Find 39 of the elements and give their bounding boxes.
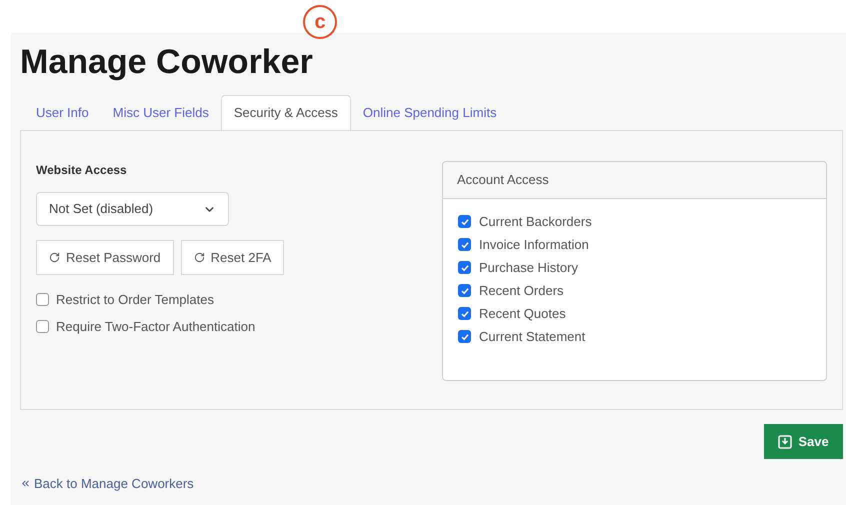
checkmark-icon — [460, 310, 468, 318]
checkbox[interactable] — [458, 238, 471, 251]
card-title: Account Access — [457, 171, 549, 190]
checkbox-label: Recent Orders — [479, 282, 564, 300]
checkmark-icon — [460, 218, 468, 226]
save-icon — [778, 434, 792, 448]
checkmark-icon — [460, 240, 468, 248]
tab[interactable]: Security & Access — [220, 95, 351, 130]
tab[interactable]: Online Spending Limits — [350, 95, 509, 130]
checkbox[interactable] — [36, 320, 49, 333]
reset-button[interactable]: Reset 2FA — [180, 240, 284, 275]
checkbox[interactable] — [458, 307, 471, 320]
reset-button[interactable]: Reset Password — [36, 240, 174, 275]
checkbox-label: Restrict to Order Templates — [56, 291, 214, 309]
field-label: Website Access — [36, 162, 127, 179]
double-chevron-left-icon — [20, 478, 31, 490]
checkmark-icon — [460, 286, 468, 294]
save-button[interactable]: Save — [764, 424, 843, 459]
tab[interactable]: Misc User Fields — [100, 95, 221, 130]
website-access-dropdown[interactable]: Not Set (disabled) — [36, 192, 229, 226]
refresh-icon — [194, 252, 205, 263]
checkmark-icon — [460, 332, 468, 340]
refresh-icon — [49, 252, 60, 263]
checkbox-label: Current Backorders — [479, 212, 592, 231]
checkbox[interactable] — [458, 330, 471, 343]
checkbox-label: Purchase History — [479, 258, 578, 277]
checkbox[interactable] — [458, 215, 471, 228]
checkbox-label: Require Two-Factor Authentication — [56, 318, 256, 336]
checkmark-icon — [460, 264, 468, 272]
checkbox[interactable] — [458, 261, 471, 274]
checkbox-label: Recent Quotes — [479, 304, 566, 323]
back-link[interactable]: Back to Manage Coworkers — [20, 474, 194, 494]
checkbox-label: Current Statement — [479, 328, 586, 346]
page-title: Manage Coworker — [20, 42, 313, 82]
annotation-marker: c — [303, 5, 337, 39]
tab[interactable]: User Info — [24, 95, 101, 130]
checkbox-label: Invoice Information — [479, 236, 589, 254]
checkbox[interactable] — [458, 284, 471, 297]
checkbox[interactable] — [36, 293, 49, 306]
